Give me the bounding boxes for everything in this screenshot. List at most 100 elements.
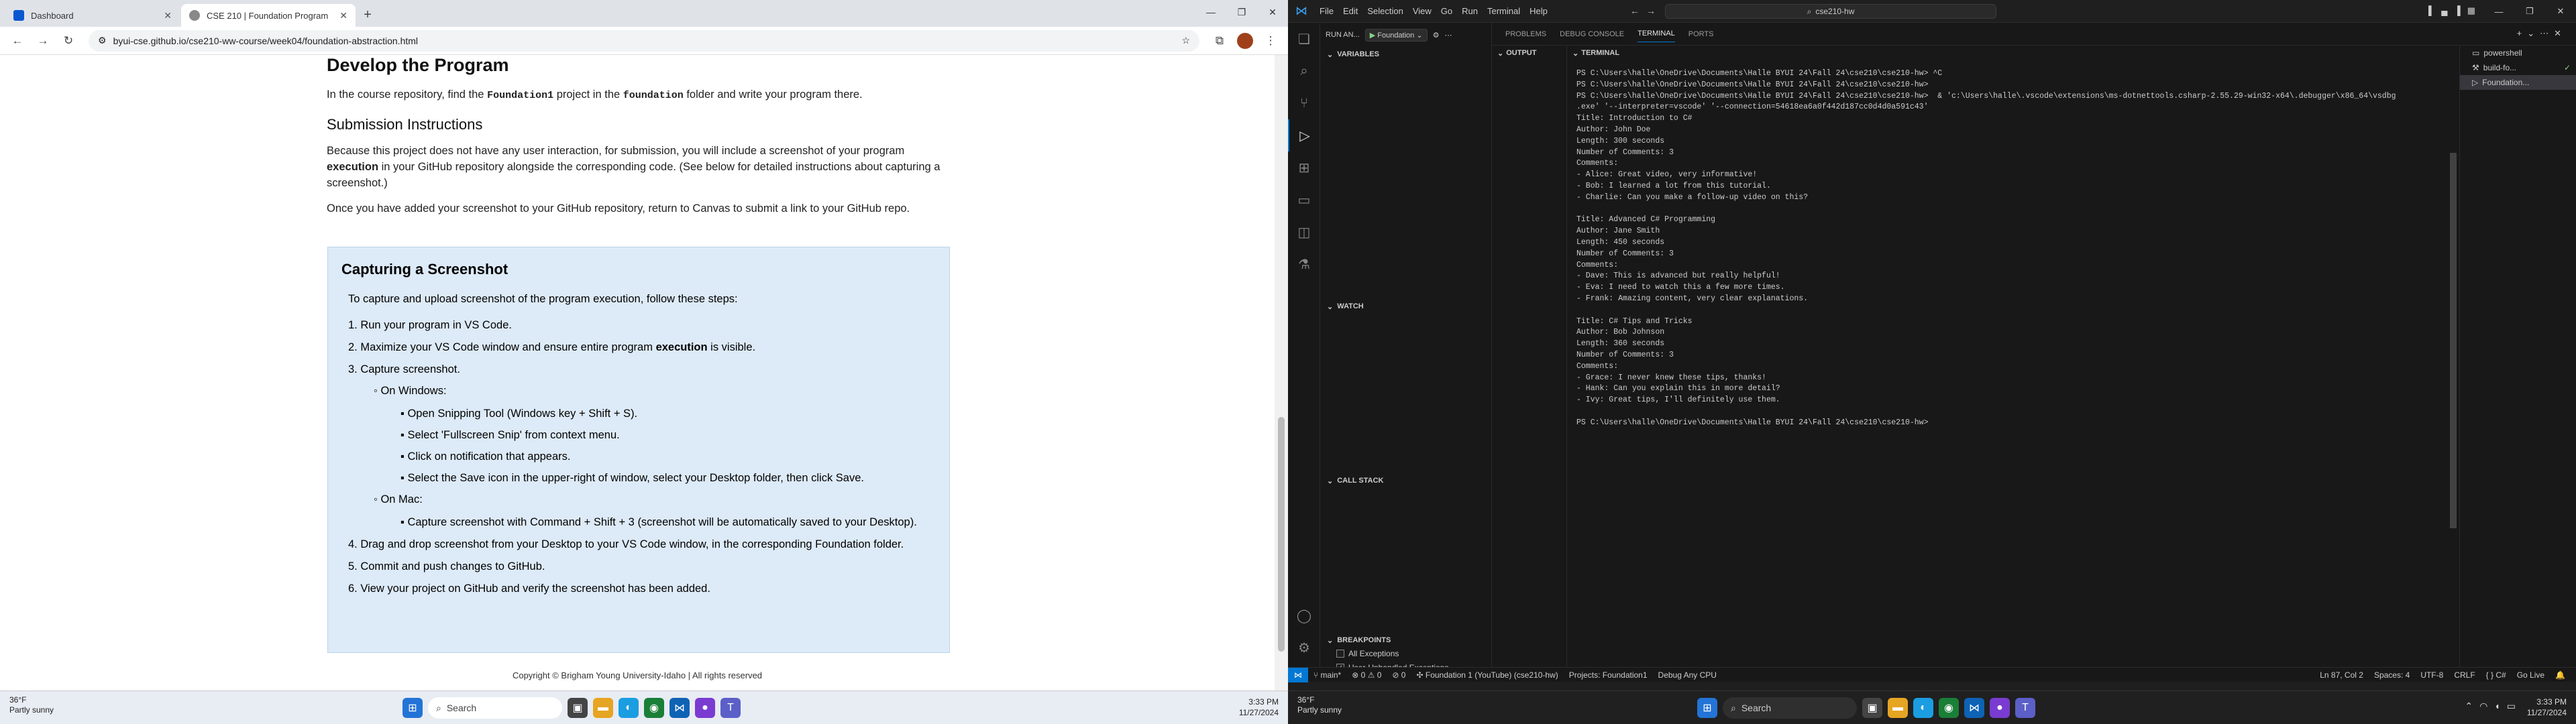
volume-icon[interactable]: ◖ xyxy=(2494,701,2500,712)
wifi-icon[interactable]: ◠ xyxy=(2479,701,2487,712)
extensions-icon[interactable]: ⧉ xyxy=(1209,30,1230,52)
battery-icon[interactable]: ▭ xyxy=(2507,701,2516,712)
taskbar-clock[interactable]: 3:33 PM 11/27/2024 xyxy=(2527,697,2567,718)
weather-widget[interactable]: 36°F Partly sunny xyxy=(1297,695,1342,715)
app-icon[interactable]: ● xyxy=(695,698,715,718)
menu-terminal[interactable]: Terminal xyxy=(1483,6,1525,16)
debug-config-select[interactable]: ▶ Foundation ⌄ xyxy=(1364,28,1428,42)
toggle-sidebar-icon[interactable]: ▌ xyxy=(2428,5,2434,16)
maximize-icon[interactable]: ❐ xyxy=(2514,0,2545,23)
tab-problems[interactable]: PROBLEMS xyxy=(1505,30,1546,38)
teams-icon[interactable]: T xyxy=(2015,698,2035,718)
toggle-secondary-icon[interactable]: ▐ xyxy=(2454,5,2460,16)
back-icon[interactable]: ← xyxy=(7,30,28,52)
projects-indicator[interactable]: Projects: Foundation1 xyxy=(1564,670,1653,680)
explorer-icon[interactable]: ❏ xyxy=(1288,23,1320,55)
task-view-icon[interactable]: ▣ xyxy=(1862,698,1882,718)
chrome-icon[interactable]: ◉ xyxy=(1939,698,1959,718)
terminal-header[interactable]: ⌄ TERMINAL xyxy=(1567,46,2459,60)
taskbar-search[interactable]: ⌕ Search xyxy=(1723,697,1857,719)
edge-icon[interactable]: ◐ xyxy=(1913,698,1933,718)
nav-arrows[interactable]: ←→ xyxy=(1630,5,1662,16)
site-info-icon[interactable]: ⚙ xyxy=(98,35,107,46)
more-icon[interactable]: ⋯ xyxy=(1444,31,1452,40)
tab-foundation[interactable]: CSE 210 | Foundation Program ✕ xyxy=(181,4,356,27)
terminal-output[interactable]: PS C:\Users\halle\OneDrive\Documents\Hal… xyxy=(1576,68,2455,429)
extensions-icon[interactable]: ⊞ xyxy=(1288,152,1320,184)
cursor-position[interactable]: Ln 87, Col 2 xyxy=(2314,670,2369,680)
close-window-icon[interactable]: ✕ xyxy=(1257,0,1288,24)
terminal-item-powershell[interactable]: ▭ powershell xyxy=(2460,46,2576,60)
line-endings[interactable]: CRLF xyxy=(2449,670,2480,680)
weather-widget[interactable]: 36°F Partly sunny xyxy=(9,695,54,715)
panel-actions[interactable]: +⌄⋯✕ xyxy=(2517,28,2567,39)
tab-ports[interactable]: PORTS xyxy=(1688,30,1714,38)
taskbar-clock[interactable]: 3:33 PM 11/27/2024 xyxy=(1239,697,1279,718)
run-debug-icon[interactable]: ▷ xyxy=(1288,119,1320,152)
edge-icon[interactable]: ◐ xyxy=(619,698,639,718)
variables-section[interactable]: ⌄ VARIABLES xyxy=(1320,47,1492,62)
app-icon[interactable]: ● xyxy=(1990,698,2010,718)
tab-terminal[interactable]: TERMINAL xyxy=(1638,29,1675,42)
reload-icon[interactable]: ↻ xyxy=(58,30,79,52)
tab-dashboard[interactable]: Dashboard ✕ xyxy=(5,4,180,27)
close-icon[interactable]: ✕ xyxy=(339,10,347,21)
task-view-icon[interactable]: ▣ xyxy=(568,698,588,718)
minimize-icon[interactable]: — xyxy=(2483,0,2514,23)
toggle-panel-icon[interactable]: ▄ xyxy=(2441,5,2447,16)
bell-icon[interactable]: 🔔 xyxy=(2550,670,2571,680)
menu-selection[interactable]: Selection xyxy=(1362,6,1407,16)
vscode-taskbar-icon[interactable]: ⋈ xyxy=(669,698,690,718)
browser-menu-icon[interactable]: ⋮ xyxy=(1260,30,1281,52)
output-header[interactable]: ⌄ OUTPUT xyxy=(1492,46,1566,60)
customize-layout-icon[interactable]: ▦ xyxy=(2467,5,2475,16)
start-icon[interactable]: ⊞ xyxy=(1697,698,1717,718)
search-icon[interactable]: ⌕ xyxy=(1288,55,1320,87)
address-bar[interactable]: ⚙ byui-cse.github.io/cse210-ww-course/we… xyxy=(89,29,1199,52)
chevron-up-icon[interactable]: ⌃ xyxy=(2465,701,2473,712)
gear-icon[interactable]: ⚙ xyxy=(1288,631,1320,664)
bookmark-star-icon[interactable]: ☆ xyxy=(1181,35,1190,46)
minimize-icon[interactable]: — xyxy=(1195,0,1226,24)
command-center[interactable]: ⌕ cse210-hw xyxy=(1665,4,1996,19)
new-tab-button[interactable]: + xyxy=(357,4,378,25)
testing-icon[interactable]: ⚗ xyxy=(1288,248,1320,280)
profile-avatar[interactable] xyxy=(1234,30,1256,52)
file-explorer-icon[interactable]: ▬ xyxy=(1888,698,1908,718)
problems-indicator[interactable]: ⊗ 0 ⚠ 0 xyxy=(1346,670,1387,680)
tab-debug-console[interactable]: DEBUG CONSOLE xyxy=(1560,30,1624,38)
go-live-button[interactable]: Go Live xyxy=(2512,670,2550,680)
page-scrollbar[interactable] xyxy=(1275,55,1288,690)
call-stack-section[interactable]: ⌄ CALL STACK xyxy=(1320,473,1492,488)
source-control-icon[interactable]: ⑂ xyxy=(1288,87,1320,119)
breakpoint-all-exceptions[interactable]: All Exceptions xyxy=(1336,649,1399,658)
menu-view[interactable]: View xyxy=(1408,6,1436,16)
account-icon[interactable]: ◯ xyxy=(1288,599,1320,631)
file-explorer-icon[interactable]: ▬ xyxy=(593,698,613,718)
terminal-scrollbar[interactable] xyxy=(2450,153,2457,528)
remote-explorer-icon[interactable]: ▭ xyxy=(1288,184,1320,216)
taskbar-search[interactable]: ⌕ Search xyxy=(428,697,562,719)
chat-icon[interactable]: ◫ xyxy=(1288,216,1320,248)
terminal-item-build[interactable]: ⚒ build-fo... ✓ xyxy=(2460,60,2576,75)
remote-indicator-icon[interactable]: ⋈ xyxy=(1288,667,1308,682)
terminal-item-foundation[interactable]: ▷ Foundation... xyxy=(2460,75,2576,90)
menu-help[interactable]: Help xyxy=(1525,6,1552,16)
vscode-taskbar-icon[interactable]: ⋈ xyxy=(1964,698,1984,718)
watch-section[interactable]: ⌄ WATCH xyxy=(1320,299,1492,314)
scroll-thumb[interactable] xyxy=(1278,417,1285,652)
indentation[interactable]: Spaces: 4 xyxy=(2369,670,2415,680)
language-mode[interactable]: { } C# xyxy=(2481,670,2512,680)
menu-run[interactable]: Run xyxy=(1457,6,1483,16)
teams-icon[interactable]: T xyxy=(720,698,741,718)
close-window-icon[interactable]: ✕ xyxy=(2545,0,2576,23)
branch-indicator[interactable]: ⑂ main* xyxy=(1308,670,1346,680)
maximize-icon[interactable]: ❐ xyxy=(1226,0,1257,24)
start-icon[interactable]: ⊞ xyxy=(402,698,423,718)
encoding[interactable]: UTF-8 xyxy=(2415,670,2449,680)
menu-file[interactable]: File xyxy=(1315,6,1338,16)
terminal-pane[interactable]: ⌄ TERMINAL PS C:\Users\halle\OneDrive\Doc… xyxy=(1567,46,2459,667)
debug-target[interactable]: ✣ Foundation 1 (YouTube) (cse210-hw) xyxy=(1411,670,1563,680)
gear-icon[interactable]: ⚙ xyxy=(1433,31,1440,40)
forward-icon[interactable]: → xyxy=(32,30,54,52)
